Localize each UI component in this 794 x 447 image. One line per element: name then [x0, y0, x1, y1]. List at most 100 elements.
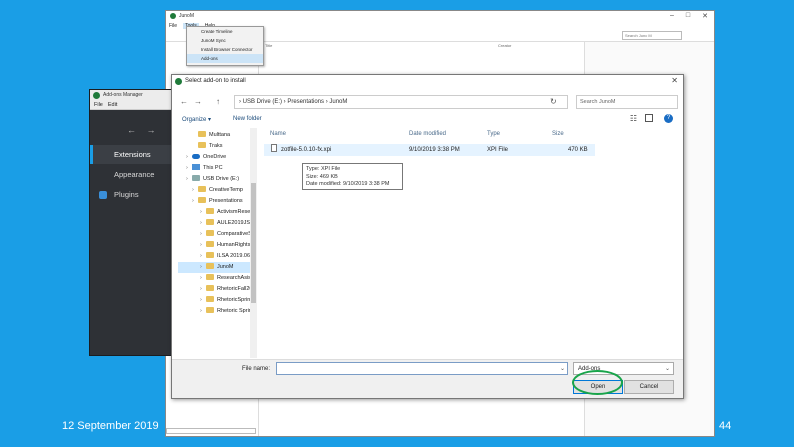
- addons-menu-edit[interactable]: Edit: [108, 102, 117, 108]
- menu-item-sync[interactable]: JunoM Sync: [187, 36, 263, 45]
- tree-item[interactable]: › USB Drive (E:): [178, 174, 253, 185]
- new-folder-button[interactable]: New folder: [233, 116, 262, 122]
- tree-item[interactable]: › ActivismResear: [178, 207, 253, 218]
- menu-item-install-connector[interactable]: Install Browser Connector: [187, 45, 263, 54]
- tree-item-label: This PC: [203, 165, 223, 171]
- dialog-search-input[interactable]: Search JunoM: [576, 95, 678, 109]
- tree-item[interactable]: › ResearchAsist: [178, 273, 253, 284]
- tree-item-label: USB Drive (E:): [203, 176, 240, 182]
- forward-icon[interactable]: →: [194, 97, 202, 106]
- window-controls: – □ ✕: [670, 12, 708, 20]
- path-breadcrumb[interactable]: › USB Drive (E:) › Presentations › JunoM: [234, 95, 568, 109]
- menu-item-add-ons[interactable]: Add-ons: [187, 54, 263, 63]
- tree-item[interactable]: › AULE2019JSA: [178, 218, 253, 229]
- tree-item[interactable]: › This PC: [178, 163, 253, 174]
- tree-item-label: Multtana: [209, 132, 231, 138]
- tree-item-label: Traks: [209, 143, 223, 149]
- tree-item[interactable]: › Presentations: [178, 196, 253, 207]
- highlight-circle: [572, 370, 623, 395]
- drive-icon: [192, 175, 200, 181]
- folder-icon: [206, 252, 214, 258]
- file-tooltip: Type: XPI File Size: 469 KB Date modifie…: [302, 163, 403, 190]
- slide-date: 12 September 2019: [62, 420, 159, 432]
- menu-item-create-timeline[interactable]: Create Timeline: [187, 27, 263, 36]
- file-name: zotfile-5.0.10-fx.xpi: [281, 147, 332, 153]
- folder-icon: [198, 197, 206, 203]
- tree-item[interactable]: Traks: [178, 141, 253, 152]
- addons-manager-window: Add-ons Manager File Edit ← → Extensions…: [89, 89, 184, 356]
- address-bar: ← → ↑ › USB Drive (E:) › Presentations ›…: [178, 95, 678, 109]
- tree-item[interactable]: › RhetoricSpring: [178, 295, 253, 306]
- view-options-icon[interactable]: ☷: [630, 114, 637, 123]
- tree-item[interactable]: › JunoM: [178, 262, 253, 273]
- addons-menubar: File Edit: [90, 100, 183, 110]
- tree-item[interactable]: › HumanRightsCl: [178, 240, 253, 251]
- menu-file[interactable]: File: [169, 23, 177, 29]
- dialog-title: Select add-on to install: [185, 78, 246, 84]
- folder-icon: [206, 219, 214, 225]
- addons-item-appearance[interactable]: Appearance: [90, 165, 183, 184]
- folder-icon: [206, 307, 214, 313]
- tooltip-type: Type: XPI File: [306, 166, 341, 172]
- addons-item-plugins[interactable]: Plugins: [90, 185, 183, 204]
- addons-menu-file[interactable]: File: [94, 102, 103, 108]
- minimize-button[interactable]: –: [670, 12, 674, 20]
- tree-item[interactable]: › OneDrive: [178, 152, 253, 163]
- chevron-right-icon[interactable]: ›: [186, 152, 192, 163]
- folder-icon: [206, 230, 214, 236]
- tree-item-label: ILSA 2019.06.07: [217, 253, 253, 259]
- organize-button[interactable]: Organize ▾: [182, 116, 211, 123]
- col-type[interactable]: Type: [487, 131, 500, 137]
- collections-scrollbar[interactable]: [166, 428, 256, 434]
- col-size[interactable]: Size: [552, 131, 564, 137]
- tree-item[interactable]: ›ComparativeSch: [178, 229, 253, 240]
- addons-titlebar: Add-ons Manager: [90, 90, 183, 100]
- filename-input[interactable]: ⌄: [276, 362, 568, 375]
- slide-number: 44: [719, 420, 732, 432]
- tools-menu: Create Timeline JunoM Sync Install Brows…: [186, 26, 264, 66]
- tree-item[interactable]: › RhetoricFall201: [178, 284, 253, 295]
- folder-icon: [198, 186, 206, 192]
- tooltip-size: Size: 469 KB: [306, 173, 338, 180]
- tree-item-label: RhetoricFall201: [217, 286, 253, 292]
- plugin-icon: [99, 190, 107, 199]
- file-size: 470 KB: [568, 147, 588, 153]
- tree-item[interactable]: › Rhetoric Spring: [178, 306, 253, 317]
- folder-icon: [206, 208, 214, 214]
- chevron-down-icon[interactable]: ⌄: [560, 365, 565, 372]
- tree-item-label: Rhetoric Spring: [217, 308, 253, 314]
- dialog-titlebar: Select add-on to install: [172, 75, 683, 87]
- tree-item-label: AULE2019JSA: [217, 220, 253, 226]
- folder-icon: [206, 241, 214, 247]
- command-bar: Organize ▾ New folder ☷ ?: [178, 114, 677, 127]
- col-date-modified[interactable]: Date modified: [409, 131, 446, 137]
- col-title[interactable]: Title: [265, 43, 272, 48]
- tree-item-label: JunoM: [217, 264, 234, 270]
- folder-icon: [206, 296, 214, 302]
- up-icon[interactable]: ↑: [216, 97, 220, 106]
- tree-item-label: ResearchAsist: [217, 275, 253, 281]
- tree-item[interactable]: ›ILSA 2019.06.07: [178, 251, 253, 262]
- col-creator[interactable]: Creator: [498, 43, 511, 48]
- close-button[interactable]: ✕: [702, 12, 708, 20]
- tooltip-date: Date modified: 9/10/2019 3:38 PM: [306, 181, 390, 187]
- tree-item[interactable]: Multtana: [178, 130, 253, 141]
- tree-scroll-thumb[interactable]: [251, 183, 256, 303]
- file-row[interactable]: zotfile-5.0.10-fx.xpi 9/10/2019 3:38 PM …: [264, 144, 595, 156]
- dialog-close-icon[interactable]: ✕: [671, 76, 678, 85]
- preview-pane-icon[interactable]: [645, 114, 653, 122]
- file-type: XPI File: [487, 147, 509, 153]
- maximize-button[interactable]: □: [686, 12, 690, 20]
- col-name[interactable]: Name: [270, 131, 286, 137]
- addons-item-label: Extensions: [114, 150, 151, 159]
- addons-nav-arrows[interactable]: ← →: [127, 125, 160, 135]
- tree-item[interactable]: › CreativeTemp: [178, 185, 253, 196]
- cancel-button[interactable]: Cancel: [624, 380, 674, 394]
- filename-label: File name:: [242, 366, 271, 372]
- back-icon[interactable]: ←: [180, 97, 188, 106]
- refresh-icon[interactable]: ↻: [550, 97, 557, 106]
- help-icon[interactable]: ?: [664, 114, 673, 123]
- tree-scrollbar[interactable]: [250, 128, 257, 358]
- junom-search-input[interactable]: Search Junc M: [622, 31, 682, 40]
- addons-item-extensions[interactable]: Extensions: [90, 145, 183, 164]
